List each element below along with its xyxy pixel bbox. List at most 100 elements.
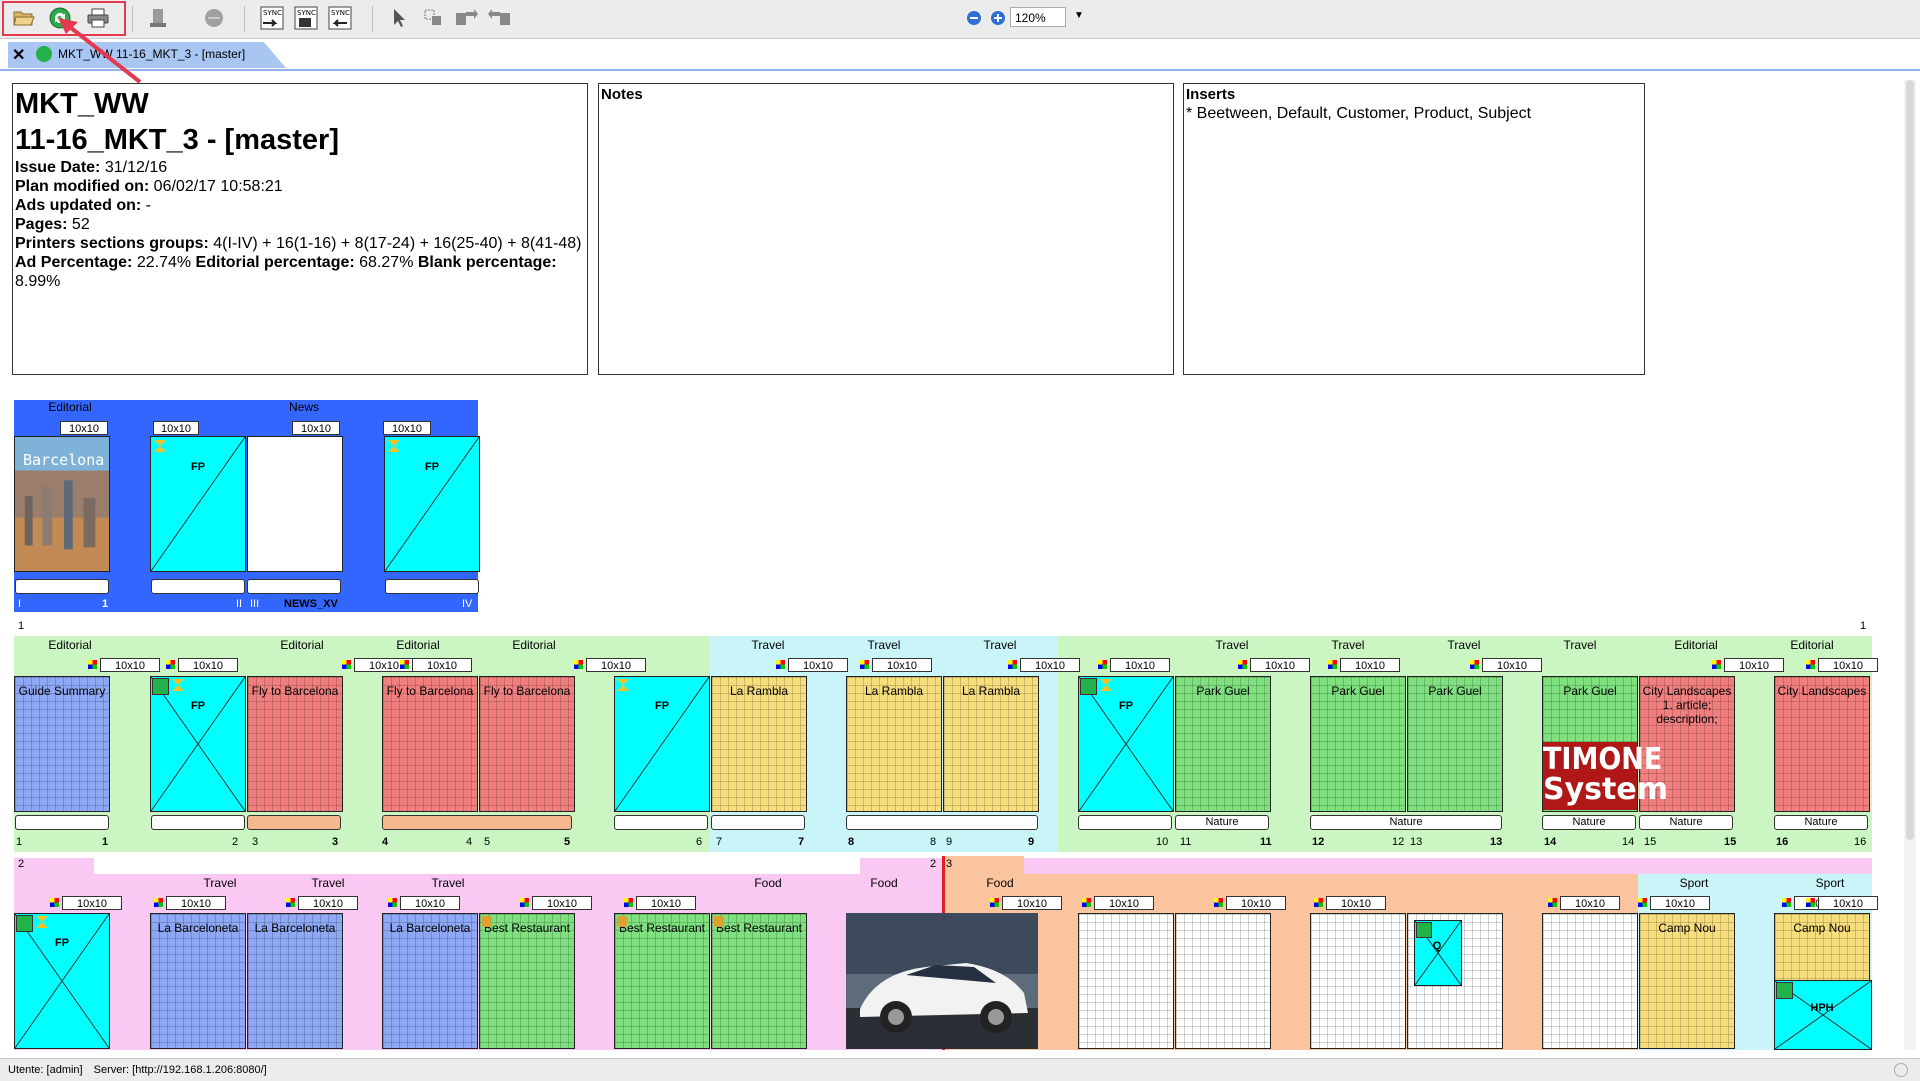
page-slot[interactable] bbox=[151, 815, 245, 830]
color-profile-icon bbox=[1082, 898, 1091, 907]
zoom-dropdown-icon[interactable]: ▼ bbox=[1074, 10, 1084, 21]
activity-indicator-icon bbox=[1894, 1063, 1908, 1077]
blank-grid-page[interactable] bbox=[1310, 913, 1406, 1049]
toolbar-divider bbox=[372, 6, 373, 32]
page-slot[interactable] bbox=[247, 579, 341, 594]
page-slot[interactable]: Nature bbox=[1175, 815, 1269, 830]
page-slot[interactable]: Nature bbox=[1542, 815, 1636, 830]
page-number: 11 bbox=[1180, 836, 1192, 848]
section-band-orange bbox=[944, 856, 1024, 874]
page-slot[interactable]: Nature bbox=[1774, 815, 1868, 830]
zoom-in-icon[interactable] bbox=[984, 4, 1012, 32]
full-page-ad[interactable] bbox=[14, 913, 110, 1049]
page-title: Fly to Barcelona bbox=[483, 684, 571, 698]
cover-page-thumbnail[interactable]: Barcelona bbox=[14, 436, 110, 572]
disc-icon[interactable] bbox=[200, 4, 228, 32]
sync-in-icon[interactable]: SYNC bbox=[326, 4, 354, 32]
page-title: Best Restaurant bbox=[618, 921, 706, 935]
color-profile-icon bbox=[1712, 660, 1721, 669]
page-slot[interactable] bbox=[711, 815, 805, 830]
issue-date-row: Issue Date: 31/12/16 bbox=[15, 158, 585, 177]
blank-grid-page[interactable] bbox=[1542, 913, 1638, 1049]
page-slot[interactable] bbox=[1078, 815, 1172, 830]
size-tag: 10x10 bbox=[62, 896, 122, 910]
section-label: Editorial bbox=[280, 638, 324, 652]
page-title: Camp Nou bbox=[1658, 921, 1716, 935]
full-page-ad[interactable] bbox=[614, 676, 710, 812]
plan-info-box: MKT_WW 11-16_MKT_3 - [master] Issue Date… bbox=[12, 83, 588, 375]
color-profile-icon bbox=[574, 660, 583, 669]
zoom-level-input[interactable]: 120% bbox=[1010, 7, 1066, 27]
page-number: 1 bbox=[102, 598, 109, 610]
pages-value: 52 bbox=[71, 216, 90, 233]
size-tag: 10x10 bbox=[1094, 896, 1154, 910]
half-page-label: HPH bbox=[1810, 1002, 1834, 1014]
blank-grid-page[interactable] bbox=[1078, 913, 1174, 1049]
page-slot[interactable] bbox=[614, 815, 708, 830]
full-page-ad[interactable] bbox=[150, 676, 246, 812]
fp-label: FP bbox=[1118, 700, 1134, 712]
printers-value: 4(I-IV) + 16(1-16) + 8(17-24) + 16(25-40… bbox=[213, 235, 582, 252]
color-profile-icon bbox=[1806, 898, 1815, 907]
page-number: 16 bbox=[1776, 836, 1789, 848]
size-tag: 10x10 bbox=[298, 896, 358, 910]
upload-icon[interactable] bbox=[144, 4, 172, 32]
page-number: 11 bbox=[1260, 836, 1272, 848]
copy-pages-icon[interactable] bbox=[420, 4, 448, 32]
size-tag: 10x10 bbox=[532, 896, 592, 910]
color-profile-icon bbox=[154, 898, 163, 907]
lock-icon bbox=[617, 916, 627, 927]
scrollbar-thumb[interactable] bbox=[1906, 80, 1914, 840]
inserts-box[interactable]: Inserts * Beetween, Default, Customer, P… bbox=[1183, 83, 1645, 375]
pointer-icon[interactable] bbox=[386, 4, 414, 32]
page-slot[interactable] bbox=[151, 579, 245, 594]
page-title: La Rambla bbox=[864, 684, 924, 698]
move-right-icon[interactable] bbox=[452, 4, 480, 32]
blank-grid-page[interactable] bbox=[1175, 913, 1271, 1049]
page-slot[interactable] bbox=[247, 815, 341, 830]
move-left-icon[interactable] bbox=[486, 4, 514, 32]
page-number: 7 bbox=[716, 836, 723, 848]
group-number: 2 bbox=[930, 858, 937, 870]
page-slot[interactable]: Nature bbox=[1639, 815, 1733, 830]
size-tag: 10x10 bbox=[1560, 896, 1620, 910]
group-number: 2 bbox=[18, 858, 25, 870]
car-photo-image[interactable] bbox=[846, 913, 1038, 1049]
color-profile-icon bbox=[990, 898, 999, 907]
blank-page[interactable] bbox=[247, 436, 343, 572]
page-number: 9 bbox=[946, 836, 953, 848]
size-tag: 10x10 bbox=[872, 658, 932, 672]
page-slot[interactable] bbox=[15, 579, 109, 594]
fp-label: FP bbox=[190, 700, 206, 712]
color-profile-icon bbox=[50, 898, 59, 907]
status-server: Server: [http://192.168.1.206:8080/] bbox=[93, 1064, 267, 1076]
page-title: Park Guel bbox=[1563, 684, 1617, 698]
pages-label: Pages: bbox=[15, 216, 68, 233]
lock-icon bbox=[482, 916, 492, 927]
timone-logo-line2: System bbox=[1543, 772, 1668, 807]
close-tab-icon[interactable]: ✕ bbox=[12, 45, 25, 65]
size-tag: 10x10 bbox=[153, 421, 199, 435]
section-label: Travel bbox=[1215, 638, 1249, 652]
notes-box[interactable]: Notes bbox=[598, 83, 1174, 375]
page-slot[interactable] bbox=[15, 815, 109, 830]
section-label: Editorial bbox=[1674, 638, 1718, 652]
page-slot[interactable] bbox=[846, 815, 1038, 830]
ads-updated-value: - bbox=[145, 197, 151, 214]
full-page-ad[interactable]: FP bbox=[150, 436, 246, 572]
fp-label: FP bbox=[424, 461, 440, 473]
crossed-box-icon bbox=[1079, 677, 1173, 811]
sync-out-icon[interactable]: SYNC bbox=[258, 4, 286, 32]
page-number: 8 bbox=[930, 836, 937, 848]
color-profile-icon bbox=[1314, 898, 1323, 907]
section-label: Editorial bbox=[396, 638, 440, 652]
page-slot[interactable] bbox=[382, 815, 572, 830]
full-page-ad[interactable] bbox=[1078, 676, 1174, 812]
sync-page-icon[interactable]: SYNC bbox=[292, 4, 320, 32]
full-page-ad[interactable]: FP bbox=[384, 436, 480, 572]
page-slot[interactable] bbox=[385, 579, 479, 594]
page-number: 4 bbox=[466, 836, 473, 848]
page-slot[interactable]: Nature bbox=[1310, 815, 1502, 830]
status-square-icon bbox=[16, 915, 33, 932]
color-profile-icon bbox=[88, 660, 97, 669]
